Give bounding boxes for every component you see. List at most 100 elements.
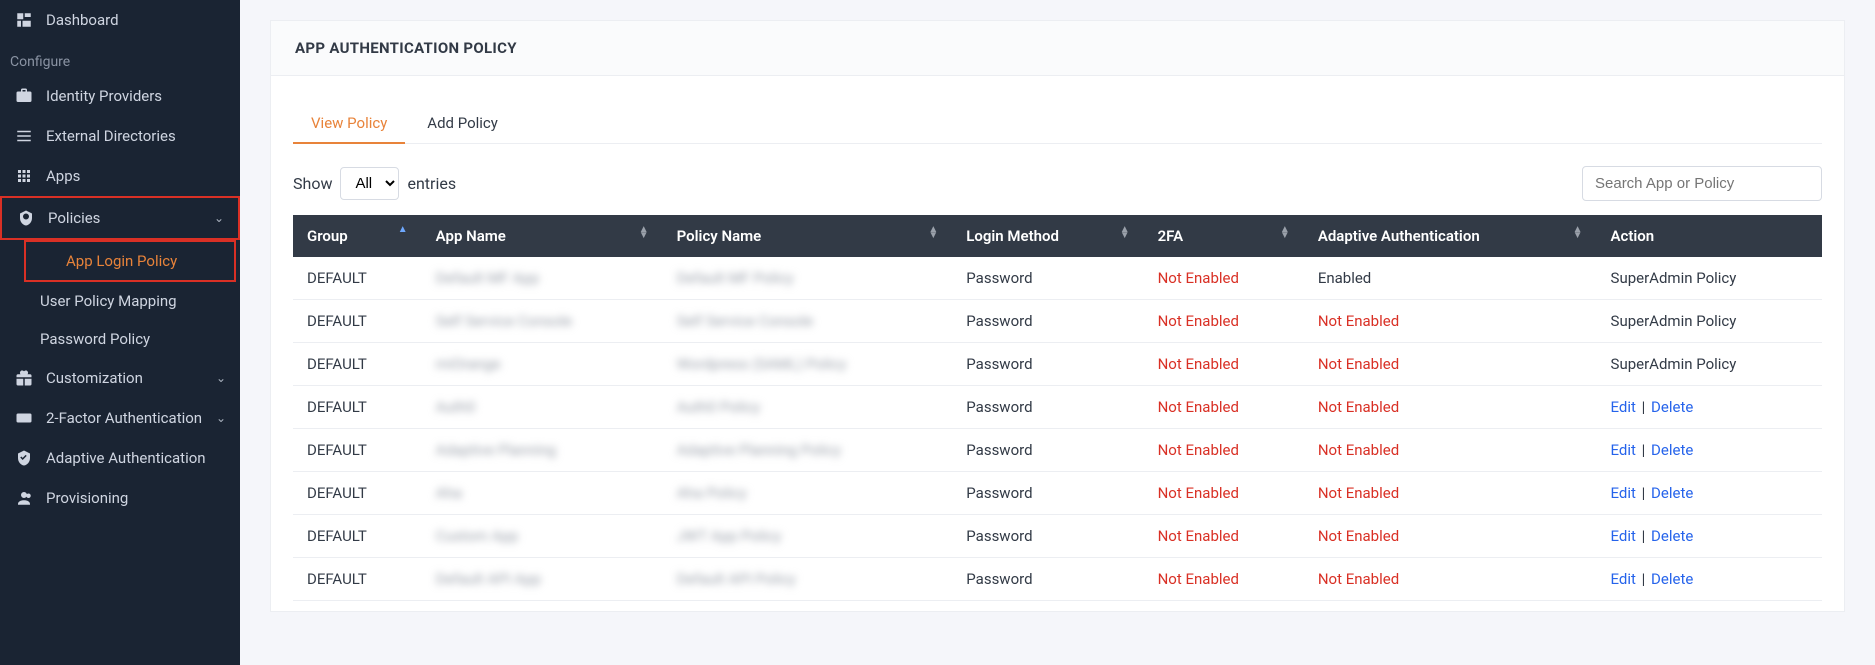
col-group[interactable]: Group ▲ (293, 215, 422, 257)
table-row: DEFAULTmiOrangeWordpress (SAML) PolicyPa… (293, 343, 1822, 386)
show-entries-control: Show All entries (293, 167, 456, 200)
sidebar-item-user-policy-mapping[interactable]: User Policy Mapping (0, 282, 240, 320)
sidebar-item-label: App Login Policy (66, 252, 177, 270)
sidebar-item-label: User Policy Mapping (40, 292, 177, 310)
cell-group: DEFAULT (293, 386, 422, 429)
gift-icon (14, 368, 34, 388)
sidebar-item-label: Provisioning (46, 489, 128, 507)
sidebar-item-password-policy[interactable]: Password Policy (0, 320, 240, 358)
dashboard-icon (14, 10, 34, 30)
cell-adaptive: Not Enabled (1304, 472, 1597, 515)
cell-action: Edit | Delete (1597, 558, 1822, 601)
edit-link[interactable]: Edit (1611, 527, 1636, 545)
table-body: DEFAULTDefault MF AppDefault MF PolicyPa… (293, 257, 1822, 601)
col-adaptive[interactable]: Adaptive Authentication ▲▼ (1304, 215, 1597, 257)
sidebar-item-label: External Directories (46, 127, 176, 145)
action-separator: | (1636, 484, 1651, 502)
cell-policy-name: JWT App Policy (663, 515, 953, 558)
sidebar-item-dashboard[interactable]: Dashboard (0, 0, 240, 40)
delete-link[interactable]: Delete (1651, 398, 1693, 416)
search-wrap (1582, 166, 1822, 201)
delete-link[interactable]: Delete (1651, 484, 1693, 502)
cell-login-method: Password (952, 429, 1143, 472)
cell-login-method: Password (952, 472, 1143, 515)
main-content: APP AUTHENTICATION POLICY View Policy Ad… (240, 0, 1875, 665)
cell-app-name: Custom App (422, 515, 663, 558)
cell-app-name: Auth0 (422, 386, 663, 429)
sidebar-item-external-directories[interactable]: External Directories (0, 116, 240, 156)
cell-2fa: Not Enabled (1144, 386, 1304, 429)
cell-app-name: Aha (422, 472, 663, 515)
sidebar-item-adaptive-auth[interactable]: Adaptive Authentication (0, 438, 240, 478)
tab-add-policy[interactable]: Add Policy (409, 104, 516, 142)
entries-select[interactable]: All (340, 167, 399, 200)
sort-icon: ▲▼ (928, 227, 938, 239)
cell-policy-name: Adaptive Planning Policy (663, 429, 953, 472)
sidebar-item-provisioning[interactable]: Provisioning (0, 478, 240, 518)
col-2fa[interactable]: 2FA ▲▼ (1144, 215, 1304, 257)
cell-policy-name: Default MF Policy (663, 257, 953, 300)
delete-link[interactable]: Delete (1651, 527, 1693, 545)
sidebar-item-2fa[interactable]: 2-Factor Authentication ⌄ (0, 398, 240, 438)
cell-action: SuperAdmin Policy (1597, 300, 1822, 343)
action-text: SuperAdmin Policy (1611, 269, 1737, 287)
page-title: APP AUTHENTICATION POLICY (295, 39, 1820, 57)
cell-group: DEFAULT (293, 429, 422, 472)
sidebar-item-label: Policies (48, 209, 100, 227)
edit-link[interactable]: Edit (1611, 484, 1636, 502)
list-icon (14, 126, 34, 146)
shield-icon (16, 208, 36, 228)
table-row: DEFAULTDefault MF AppDefault MF PolicyPa… (293, 257, 1822, 300)
col-policy-name[interactable]: Policy Name ▲▼ (663, 215, 953, 257)
action-separator: | (1636, 527, 1651, 545)
sidebar-item-label: Apps (46, 167, 80, 185)
cell-login-method: Password (952, 257, 1143, 300)
sidebar-item-customization[interactable]: Customization ⌄ (0, 358, 240, 398)
cell-login-method: Password (952, 515, 1143, 558)
chevron-down-icon: ⌄ (216, 411, 226, 425)
edit-link[interactable]: Edit (1611, 441, 1636, 459)
sort-icon: ▲▼ (639, 227, 649, 239)
sidebar-item-policies[interactable]: Policies ⌄ (0, 196, 240, 240)
cell-policy-name: Default API Policy (663, 558, 953, 601)
action-separator: | (1636, 441, 1651, 459)
sidebar-item-identity-providers[interactable]: Identity Providers (0, 76, 240, 116)
sidebar-item-label: Adaptive Authentication (46, 449, 206, 467)
cell-action: Edit | Delete (1597, 472, 1822, 515)
sidebar-item-label: Identity Providers (46, 87, 162, 105)
delete-link[interactable]: Delete (1651, 570, 1693, 588)
cell-policy-name: Self Service Console (663, 300, 953, 343)
sidebar-item-app-login-policy[interactable]: App Login Policy (24, 240, 236, 282)
col-login-method[interactable]: Login Method ▲▼ (952, 215, 1143, 257)
sort-icon: ▲▼ (1573, 227, 1583, 239)
cell-adaptive: Not Enabled (1304, 429, 1597, 472)
cell-policy-name: Wordpress (SAML) Policy (663, 343, 953, 386)
table-row: DEFAULTDefault API AppDefault API Policy… (293, 558, 1822, 601)
cell-2fa: Not Enabled (1144, 343, 1304, 386)
chevron-down-icon: ⌄ (214, 211, 224, 225)
col-app-name[interactable]: App Name ▲▼ (422, 215, 663, 257)
cell-2fa: Not Enabled (1144, 300, 1304, 343)
cell-policy-name: Auth0 Policy (663, 386, 953, 429)
tab-view-policy[interactable]: View Policy (293, 104, 405, 144)
cell-login-method: Password (952, 343, 1143, 386)
sidebar-item-apps[interactable]: Apps (0, 156, 240, 196)
cell-action: Edit | Delete (1597, 515, 1822, 558)
shield-check-icon (14, 448, 34, 468)
delete-link[interactable]: Delete (1651, 441, 1693, 459)
cell-login-method: Password (952, 558, 1143, 601)
policy-tabs: View Policy Add Policy (293, 104, 1822, 144)
edit-link[interactable]: Edit (1611, 398, 1636, 416)
sidebar-item-label: Dashboard (46, 11, 119, 29)
cell-2fa: Not Enabled (1144, 429, 1304, 472)
grid-icon (14, 166, 34, 186)
edit-link[interactable]: Edit (1611, 570, 1636, 588)
cell-app-name: miOrange (422, 343, 663, 386)
policy-card: View Policy Add Policy Show All entries … (270, 76, 1845, 612)
search-input[interactable] (1582, 166, 1822, 201)
table-row: DEFAULTAdaptive PlanningAdaptive Plannin… (293, 429, 1822, 472)
badge-123-icon (14, 408, 34, 428)
action-text: SuperAdmin Policy (1611, 312, 1737, 330)
cell-action: SuperAdmin Policy (1597, 343, 1822, 386)
action-separator: | (1636, 398, 1651, 416)
